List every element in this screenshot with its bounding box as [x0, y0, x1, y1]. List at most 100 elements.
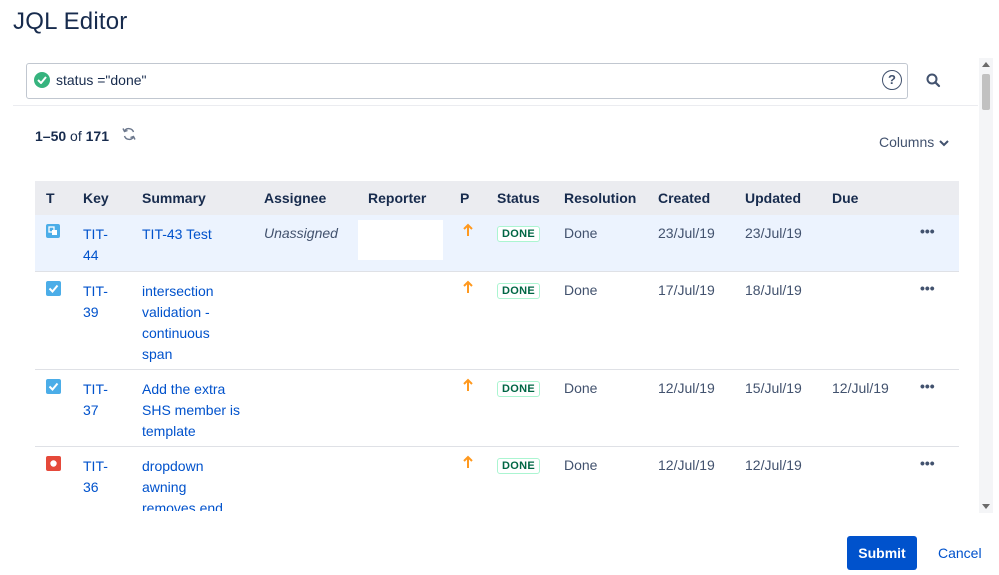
- resolution-cell: Done: [564, 282, 598, 298]
- task-icon: [46, 379, 61, 397]
- summary-line: TIT-43 Test: [142, 226, 212, 242]
- issue-key-link[interactable]: TIT- 37: [83, 379, 108, 421]
- header-status[interactable]: Status: [497, 190, 540, 206]
- cancel-button[interactable]: Cancel: [938, 545, 982, 561]
- header-key[interactable]: Key: [83, 190, 109, 206]
- valid-check-icon: [34, 72, 50, 88]
- updated-cell: 23/Jul/19: [745, 225, 802, 241]
- pagination-total: 171: [85, 128, 109, 144]
- header-type[interactable]: T: [46, 190, 55, 206]
- dialog-title: JQL Editor: [13, 8, 128, 35]
- issue-key-link[interactable]: TIT- 39: [83, 281, 108, 323]
- issue-key-link[interactable]: TIT- 44: [83, 224, 108, 266]
- help-icon[interactable]: ?: [882, 70, 902, 90]
- updated-cell: 15/Jul/19: [745, 380, 802, 396]
- table-row[interactable]: TIT- 39 intersection validation - contin…: [35, 272, 959, 370]
- summary-line: SHS member is: [142, 402, 241, 418]
- summary-line: span: [142, 346, 173, 362]
- scroll-down-icon[interactable]: [982, 504, 990, 509]
- summary-line: dropdown: [142, 458, 204, 474]
- pagination-range: 1–50: [35, 128, 67, 144]
- assignee-cell: Unassigned: [264, 225, 338, 241]
- resolution-cell: Done: [564, 457, 598, 473]
- priority-arrow-up-icon: [462, 280, 474, 297]
- priority-arrow-up-icon: [462, 223, 474, 240]
- table-header: T Key Summary Assignee Reporter P Status…: [35, 181, 959, 215]
- key-part: TIT-: [83, 458, 108, 474]
- key-part: TIT-: [83, 226, 108, 242]
- status-badge: DONE: [497, 379, 540, 397]
- status-lozenge: DONE: [497, 226, 540, 242]
- header-priority[interactable]: P: [460, 190, 469, 206]
- resolution-cell: Done: [564, 380, 598, 396]
- key-part: 39: [83, 304, 99, 320]
- issue-summary-link[interactable]: dropdown awning removes end: [142, 456, 223, 511]
- header-updated[interactable]: Updated: [745, 190, 801, 206]
- more-actions-icon[interactable]: •••: [920, 280, 935, 296]
- priority-arrow-up-icon: [462, 378, 474, 395]
- divider: [13, 105, 978, 106]
- more-actions-icon[interactable]: •••: [920, 455, 935, 471]
- table-row[interactable]: TIT- 36 dropdown awning removes end DONE…: [35, 447, 959, 511]
- summary-line: removes end: [142, 500, 223, 511]
- reporter-cell: [358, 220, 443, 260]
- header-created[interactable]: Created: [658, 190, 710, 206]
- created-cell: 12/Jul/19: [658, 457, 715, 473]
- more-actions-icon[interactable]: •••: [920, 378, 935, 394]
- status-badge: DONE: [497, 224, 540, 242]
- status-badge: DONE: [497, 281, 540, 299]
- issue-summary-link[interactable]: intersection validation - continuous spa…: [142, 281, 214, 365]
- header-assignee[interactable]: Assignee: [264, 190, 326, 206]
- summary-line: validation -: [142, 304, 210, 320]
- search-icon[interactable]: [923, 70, 945, 92]
- key-part: 36: [83, 479, 99, 495]
- header-due[interactable]: Due: [832, 190, 858, 206]
- summary-line: Add the extra: [142, 381, 226, 397]
- status-badge: DONE: [497, 456, 540, 474]
- created-cell: 17/Jul/19: [658, 282, 715, 298]
- issue-summary-link[interactable]: TIT-43 Test: [142, 224, 212, 245]
- updated-cell: 12/Jul/19: [745, 457, 802, 473]
- header-reporter[interactable]: Reporter: [368, 190, 426, 206]
- columns-label: Columns: [879, 134, 935, 150]
- jql-search-input[interactable]: status ="done" ?: [26, 63, 908, 99]
- scroll-thumb[interactable]: [982, 74, 990, 110]
- status-lozenge: DONE: [497, 283, 540, 299]
- bug-icon: [46, 456, 61, 474]
- submit-button[interactable]: Submit: [847, 536, 917, 570]
- header-summary[interactable]: Summary: [142, 190, 206, 206]
- summary-line: intersection: [142, 283, 214, 299]
- jql-query-text: status ="done": [56, 72, 147, 88]
- summary-line: awning: [142, 479, 187, 495]
- scrollbar[interactable]: [979, 58, 993, 513]
- more-actions-icon[interactable]: •••: [920, 223, 935, 239]
- summary-line: continuous: [142, 325, 210, 341]
- issue-summary-link[interactable]: Add the extra SHS member is template: [142, 379, 240, 442]
- scroll-up-icon[interactable]: [982, 62, 990, 67]
- table-row[interactable]: TIT- 37 Add the extra SHS member is temp…: [35, 370, 959, 447]
- key-part: 44: [83, 247, 99, 263]
- task-icon: [46, 281, 61, 299]
- pagination-count: 1–50 of 171: [35, 128, 109, 144]
- issue-key-link[interactable]: TIT- 36: [83, 456, 108, 498]
- resolution-cell: Done: [564, 225, 598, 241]
- summary-line: template: [142, 423, 196, 439]
- key-part: TIT-: [83, 283, 108, 299]
- updated-cell: 18/Jul/19: [745, 282, 802, 298]
- due-cell: 12/Jul/19: [832, 380, 889, 396]
- priority-arrow-up-icon: [462, 455, 474, 472]
- created-cell: 12/Jul/19: [658, 380, 715, 396]
- pagination-of: of: [70, 128, 82, 144]
- key-part: 37: [83, 402, 99, 418]
- status-lozenge: DONE: [497, 458, 540, 474]
- refresh-icon[interactable]: [121, 126, 137, 142]
- subtask-icon: [45, 223, 61, 242]
- status-lozenge: DONE: [497, 381, 540, 397]
- created-cell: 23/Jul/19: [658, 225, 715, 241]
- columns-button[interactable]: Columns: [879, 134, 949, 150]
- table-row[interactable]: TIT- 44 TIT-43 Test Unassigned DONE Done…: [35, 215, 959, 272]
- header-resolution[interactable]: Resolution: [564, 190, 636, 206]
- key-part: TIT-: [83, 381, 108, 397]
- issues-table: T Key Summary Assignee Reporter P Status…: [35, 181, 959, 511]
- chevron-down-icon: [939, 134, 949, 150]
